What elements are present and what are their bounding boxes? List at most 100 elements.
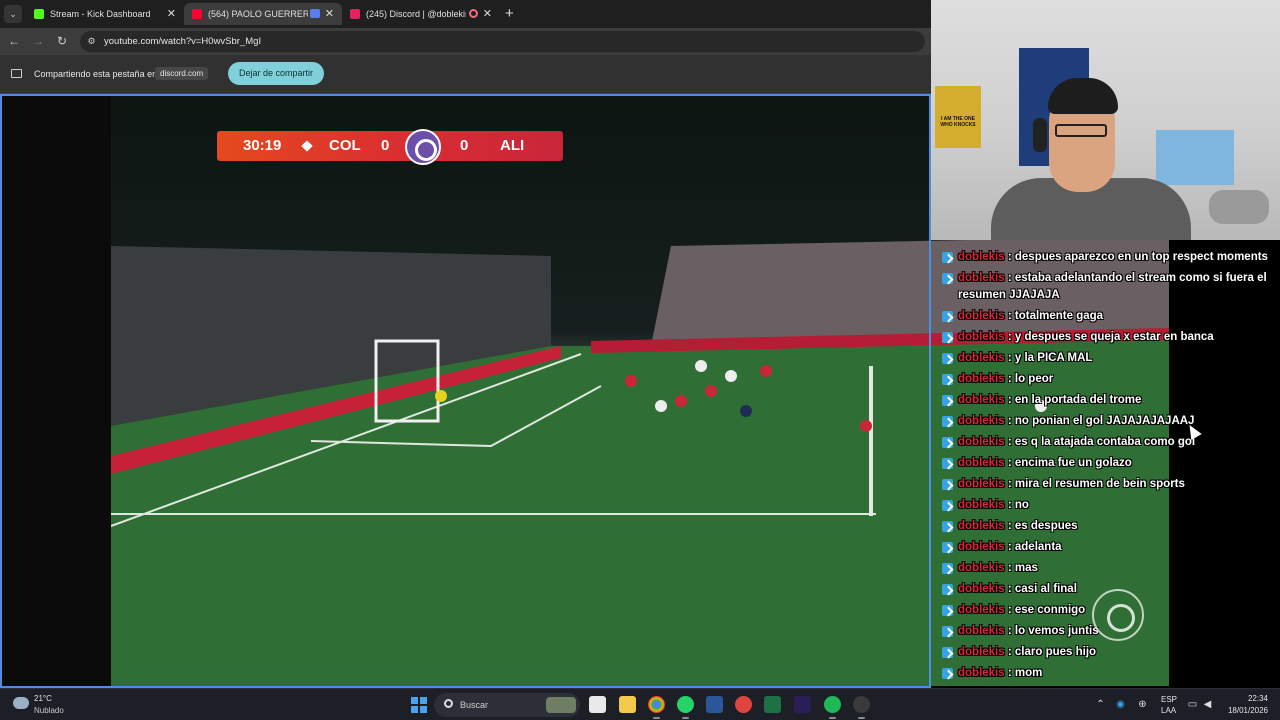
screen: ⌄ Stream - Kick Dashboard ✕ (564) PAOLO …	[0, 0, 1280, 720]
headset	[1033, 118, 1047, 152]
home-score: 0	[381, 137, 390, 154]
microphone-icon[interactable]: ⊕	[1137, 699, 1148, 710]
chat-message: doblekis : no	[940, 497, 1270, 514]
kick-badge-icon	[942, 252, 953, 263]
chat-username: doblekis	[958, 583, 1005, 595]
keyboard-layout[interactable]: LAA	[1161, 706, 1176, 715]
chat-username: doblekis	[958, 436, 1005, 448]
chevron-up-icon[interactable]: ⌃	[1095, 699, 1106, 710]
chat-text: y la PICA MAL	[1014, 352, 1093, 364]
tab-youtube[interactable]: (564) PAOLO GUERRERO VOLVIÓ A ALIANZA LI…	[184, 3, 342, 25]
chat-username: doblekis	[958, 251, 1005, 263]
close-icon[interactable]: ✕	[167, 3, 176, 25]
chat-text: es q la atajada contaba como gol	[1014, 436, 1196, 448]
kick-badge-icon	[942, 353, 953, 364]
excel-icon[interactable]	[764, 696, 781, 713]
kick-icon	[34, 9, 44, 19]
chat-username: doblekis	[958, 457, 1005, 469]
url-text: youtube.com/watch?v=H0wvSbr_MgI	[104, 36, 262, 47]
spotify-icon[interactable]	[824, 696, 841, 719]
weather-temperature[interactable]: 21°C	[34, 694, 52, 703]
chat-message: doblekis : no ponian el gol JAJAJAJAJAAJ	[940, 413, 1270, 430]
search-placeholder: Buscar	[460, 700, 489, 710]
tab-search-chevron-icon[interactable]: ⌄	[4, 5, 22, 23]
taskbar-search[interactable]: Buscar	[434, 693, 580, 717]
player	[740, 405, 752, 417]
chat-username: doblekis	[958, 499, 1005, 511]
chat-username: doblekis	[958, 272, 1005, 284]
screen-share-icon	[310, 9, 320, 18]
volume-icon[interactable]: ◀	[1202, 699, 1213, 710]
address-bar[interactable]: ⚙ youtube.com/watch?v=H0wvSbr_MgI	[80, 31, 925, 52]
tab-title: (564) PAOLO GUERRERO VOLVIÓ A ALIANZA LI…	[208, 9, 308, 19]
tab-kick-dashboard[interactable]: Stream - Kick Dashboard ✕	[26, 3, 184, 25]
wifi-icon[interactable]: ▭	[1187, 699, 1198, 710]
diamond-icon	[301, 140, 313, 152]
player	[675, 395, 687, 407]
back-arrow-icon[interactable]: ←	[6, 33, 22, 49]
close-icon[interactable]: ✕	[483, 3, 492, 25]
recording-icon	[469, 9, 478, 18]
whatsapp-icon[interactable]	[677, 696, 694, 719]
chat-message: doblekis : totalmente gaga	[940, 308, 1270, 325]
chat-text: no	[1014, 499, 1029, 511]
clock-time[interactable]: 22:34	[1236, 694, 1268, 703]
close-icon[interactable]: ✕	[325, 3, 334, 25]
chat-username: doblekis	[958, 415, 1005, 427]
chat-text: mas	[1014, 562, 1038, 574]
kick-badge-icon	[942, 500, 953, 511]
chat-text: lo vemos juntis	[1014, 625, 1099, 637]
wall-jersey	[1156, 130, 1234, 185]
site-info-icon[interactable]: ⚙	[86, 36, 97, 47]
league-watermark-icon	[1092, 589, 1144, 641]
chat-username: doblekis	[958, 562, 1005, 574]
chat-message: doblekis : lo peor	[940, 371, 1270, 388]
streamer-hair	[1048, 78, 1118, 114]
kick-badge-icon	[942, 332, 953, 343]
forward-arrow-icon[interactable]: →	[30, 33, 46, 49]
chat-message: doblekis : mira el resumen de bein sport…	[940, 476, 1270, 493]
obs-icon[interactable]	[853, 696, 870, 719]
chrome-icon[interactable]	[648, 696, 665, 719]
file-explorer-icon[interactable]	[619, 696, 636, 713]
chat-username: doblekis	[958, 625, 1005, 637]
weather-description[interactable]: Nublado	[34, 706, 64, 715]
tab-discord[interactable]: (245) Discord | @doblekis. ✕	[342, 3, 500, 25]
chat-text: claro pues hijo	[1014, 646, 1097, 658]
home-team-code: COL	[329, 137, 361, 154]
player	[860, 420, 872, 432]
kick-badge-icon	[942, 668, 953, 679]
word-icon[interactable]	[706, 696, 723, 713]
cloud-icon[interactable]	[13, 697, 29, 709]
network-app-icon[interactable]: ◉	[1115, 699, 1126, 710]
browser-tab-strip: ⌄ Stream - Kick Dashboard ✕ (564) PAOLO …	[0, 0, 931, 28]
kick-badge-icon	[942, 479, 953, 490]
kick-badge-icon	[942, 458, 953, 469]
new-tab-plus-icon[interactable]: +	[505, 5, 514, 23]
chat-text: en la portada del trome	[1014, 394, 1142, 406]
chat-username: doblekis	[958, 604, 1005, 616]
chat-text: mira el resumen de bein sports	[1014, 478, 1185, 490]
kick-badge-icon	[942, 416, 953, 427]
share-domain-chip: discord.com	[155, 67, 209, 80]
stop-sharing-button[interactable]: Dejar de compartir	[228, 62, 324, 85]
creative-cloud-icon[interactable]	[735, 696, 752, 713]
goalkeeper	[435, 390, 447, 402]
glasses	[1055, 124, 1107, 137]
player	[705, 385, 717, 397]
reload-icon[interactable]: ↻	[54, 33, 70, 49]
task-view-icon[interactable]	[589, 696, 606, 713]
chat-message: doblekis : es despues	[940, 518, 1270, 535]
poster-text: I AM THE ONE WHO KNOCKS	[940, 116, 976, 128]
kick-badge-icon	[942, 542, 953, 553]
tab-title: (245) Discord | @doblekis.	[366, 9, 466, 19]
clock-date[interactable]: 18/01/2026	[1222, 706, 1268, 715]
chat-text: casi al final	[1014, 583, 1077, 595]
chat-text: no ponian el gol JAJAJAJAJAAJ	[1014, 415, 1195, 427]
kick-badge-icon	[942, 311, 953, 322]
match-scoreboard: 30:19 COL 0 0 ALI	[217, 129, 563, 165]
windows-taskbar: 21°C Nublado Buscar ⌃ ◉ ⊕ ESP LAA ▭ ◀ 22…	[0, 688, 1280, 720]
windows-start-icon[interactable]	[411, 697, 427, 713]
language-indicator[interactable]: ESP	[1161, 695, 1177, 704]
premiere-pro-icon[interactable]	[794, 696, 811, 713]
